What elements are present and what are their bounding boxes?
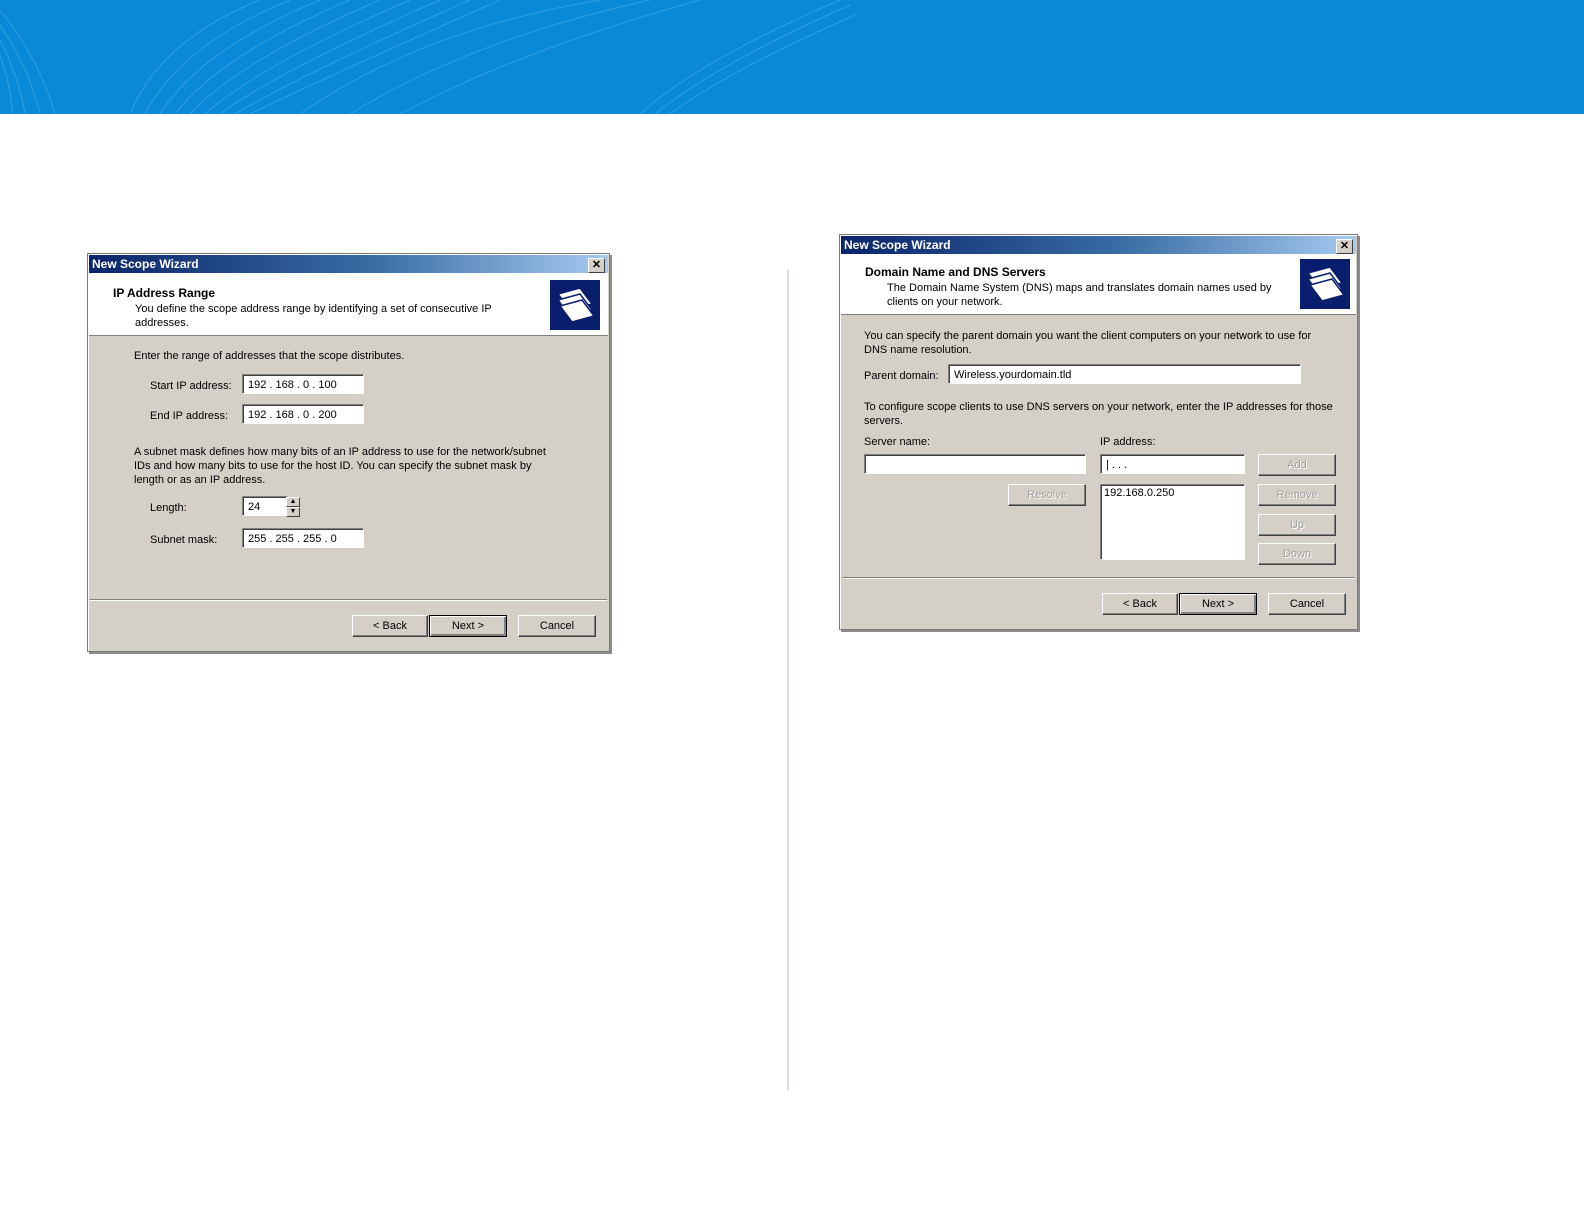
dialog-titlebar: New Scope Wizard ✕ [841, 236, 1356, 254]
dns-intro-line2: DNS name resolution. [864, 344, 972, 356]
spin-up-icon[interactable]: ▲ [286, 497, 300, 507]
next-button[interactable]: Next > [429, 615, 507, 637]
server-name-label: Server name: [864, 436, 931, 448]
spin-down-icon[interactable]: ▼ [286, 507, 300, 517]
range-intro: Enter the range of addresses that the sc… [134, 350, 405, 362]
parent-domain-input[interactable]: Wireless.yourdomain.tld [948, 364, 1301, 384]
subnet-mask-label: Subnet mask: [150, 534, 218, 546]
header-desc-line1: The Domain Name System (DNS) maps and tr… [887, 282, 1272, 294]
dns-config-line2: servers. [864, 415, 904, 427]
length-label: Length: [150, 502, 187, 514]
close-icon[interactable]: ✕ [1336, 239, 1353, 254]
length-input[interactable]: 24 [242, 496, 288, 516]
wizard-header: Domain Name and DNS Servers The Domain N… [841, 254, 1356, 315]
header-title: Domain Name and DNS Servers [865, 265, 1046, 279]
dialog-title: New Scope Wizard [92, 257, 199, 271]
dialog-titlebar: New Scope Wizard ✕ [89, 255, 608, 273]
wizard-header: IP Address Range You define the scope ad… [89, 273, 608, 336]
length-spinner[interactable]: ▲ ▼ [286, 497, 300, 517]
header-banner [0, 0, 1584, 114]
dns-config-line1: To configure scope clients to use DNS se… [864, 401, 1333, 413]
dns-intro-line1: You can specify the parent domain you wa… [864, 330, 1312, 342]
server-name-input[interactable] [864, 454, 1086, 474]
wizard-folder-icon [1300, 259, 1350, 309]
footer-separator [842, 577, 1355, 579]
cancel-button[interactable]: Cancel [518, 615, 596, 637]
dns-ip-list[interactable]: 192.168.0.250 [1100, 484, 1245, 560]
subnet-desc-line2: IDs and how many bits to use for the hos… [134, 460, 532, 472]
start-ip-input[interactable]: 192 . 168 . 0 . 100 [242, 374, 364, 394]
header-desc-line2: clients on your network. [887, 296, 1003, 308]
wizard-folder-icon [550, 280, 600, 330]
list-item[interactable]: 192.168.0.250 [1104, 487, 1241, 499]
ip-address-range-dialog: New Scope Wizard ✕ IP Address Range You … [87, 253, 610, 652]
subnet-mask-input[interactable]: 255 . 255 . 255 . 0 [242, 528, 364, 548]
header-desc-line1: You define the scope address range by id… [135, 303, 492, 315]
domain-dns-dialog: New Scope Wizard ✕ Domain Name and DNS S… [839, 234, 1358, 630]
back-button[interactable]: < Back [352, 615, 428, 637]
subnet-desc-line3: length or as an IP address. [134, 474, 266, 486]
cancel-button[interactable]: Cancel [1268, 593, 1346, 615]
dialog-title: New Scope Wizard [844, 238, 951, 252]
up-button[interactable]: Up [1258, 514, 1336, 536]
end-ip-label: End IP address: [150, 410, 229, 422]
resolve-button[interactable]: Resolve [1008, 484, 1086, 506]
footer-separator [90, 599, 607, 601]
start-ip-label: Start IP address: [150, 380, 232, 392]
remove-button[interactable]: Remove [1258, 484, 1336, 506]
parent-domain-label: Parent domain: [864, 370, 939, 382]
next-button[interactable]: Next > [1179, 593, 1257, 615]
column-divider [787, 270, 789, 1090]
header-desc-line2: addresses. [135, 317, 189, 329]
banner-wave-graphic [0, 0, 856, 114]
ip-address-label: IP address: [1100, 436, 1156, 448]
close-icon[interactable]: ✕ [588, 258, 605, 273]
end-ip-input[interactable]: 192 . 168 . 0 . 200 [242, 404, 364, 424]
add-button[interactable]: Add [1258, 454, 1336, 476]
back-button[interactable]: < Back [1102, 593, 1178, 615]
header-title: IP Address Range [113, 286, 216, 300]
subnet-desc-line1: A subnet mask defines how many bits of a… [134, 446, 546, 458]
ip-address-input[interactable]: | . . . [1100, 454, 1245, 474]
down-button[interactable]: Down [1258, 543, 1336, 565]
